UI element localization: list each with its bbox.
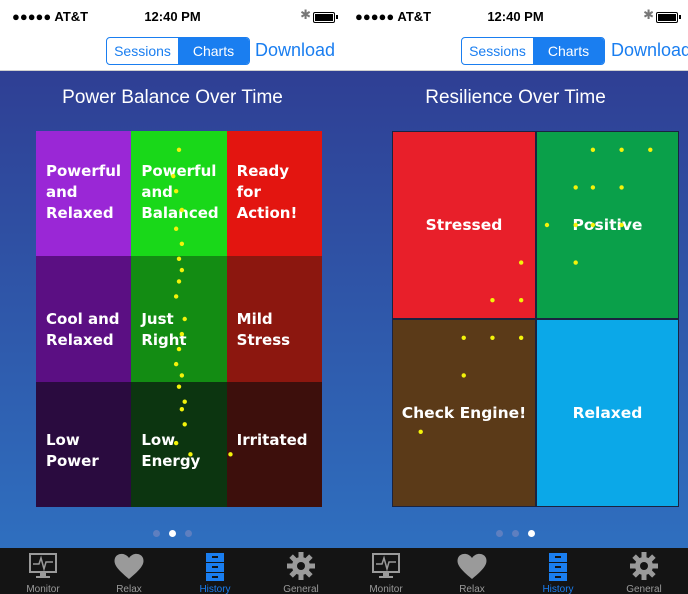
battery-icon bbox=[656, 12, 681, 23]
tab-general[interactable]: General bbox=[601, 548, 687, 594]
download-button[interactable]: Download bbox=[611, 40, 688, 61]
power-balance-grid: Powerful and Relaxed Powerful and Balanc… bbox=[36, 131, 322, 507]
clock: 12:40 PM bbox=[144, 9, 201, 24]
zone-irritated: Irritated bbox=[226, 381, 322, 507]
tab-label: General bbox=[283, 584, 319, 594]
page-indicator[interactable] bbox=[343, 530, 688, 540]
tab-label: Relax bbox=[116, 584, 142, 594]
tab-history[interactable]: History bbox=[515, 548, 601, 594]
bluetooth-icon: ✱ bbox=[300, 7, 311, 22]
page-dot[interactable] bbox=[153, 530, 160, 537]
zone-stressed: Stressed bbox=[392, 131, 536, 319]
clock: 12:40 PM bbox=[487, 9, 544, 24]
tab-relax[interactable]: Relax bbox=[86, 548, 172, 594]
tab-general[interactable]: General bbox=[258, 548, 344, 594]
battery-icon bbox=[313, 12, 338, 23]
zone-low-energy: Low Energy bbox=[131, 381, 227, 507]
bluetooth-icon: ✱ bbox=[643, 7, 654, 22]
zone-ready-for-action: Ready for Action! bbox=[226, 131, 322, 257]
heart-icon bbox=[113, 552, 145, 585]
tab-label: History bbox=[542, 584, 574, 594]
left-phone-screen: ●●●●● AT&T 12:40 PM ✱ Sessions Charts Do… bbox=[0, 0, 345, 594]
tab-relax[interactable]: Relax bbox=[429, 548, 515, 594]
zone-powerful-relaxed: Powerful and Relaxed bbox=[36, 131, 132, 257]
tab-label: Monitor bbox=[369, 584, 403, 594]
segment-sessions[interactable]: Sessions bbox=[107, 38, 178, 64]
segment-charts[interactable]: Charts bbox=[533, 38, 604, 64]
gear-icon bbox=[630, 552, 658, 585]
tab-label: Monitor bbox=[26, 584, 60, 594]
chart-title: Resilience Over Time bbox=[425, 87, 606, 108]
page-dot[interactable] bbox=[169, 530, 176, 537]
tab-label: General bbox=[626, 584, 662, 594]
view-segmented-control: Sessions Charts bbox=[106, 37, 250, 65]
page-indicator[interactable] bbox=[0, 530, 345, 540]
download-button[interactable]: Download bbox=[255, 40, 335, 61]
segment-charts[interactable]: Charts bbox=[178, 38, 249, 64]
tab-label: Relax bbox=[459, 584, 485, 594]
tab-history[interactable]: History bbox=[172, 548, 258, 594]
tab-monitor[interactable]: Monitor bbox=[343, 548, 429, 594]
nav-bar: Sessions Charts Download bbox=[0, 32, 345, 71]
history-icon bbox=[548, 552, 568, 587]
zone-check-engine: Check Engine! bbox=[392, 319, 536, 507]
page-dot[interactable] bbox=[528, 530, 535, 537]
tab-bar: Monitor Relax History General bbox=[0, 548, 345, 594]
page-dot[interactable] bbox=[185, 530, 192, 537]
tab-monitor[interactable]: Monitor bbox=[0, 548, 86, 594]
status-bar: ●●●●● AT&T 12:40 PM ✱ bbox=[343, 0, 688, 32]
history-icon bbox=[205, 552, 225, 587]
right-phone-screen: ●●●●● AT&T 12:40 PM ✱ Sessions Charts Do… bbox=[343, 0, 688, 594]
monitor-icon bbox=[371, 552, 401, 585]
zone-positive: Positive bbox=[536, 131, 679, 319]
heart-icon bbox=[456, 552, 488, 585]
zone-cool-relaxed: Cool and Relaxed bbox=[36, 256, 132, 382]
page-dot[interactable] bbox=[512, 530, 519, 537]
nav-bar: Sessions Charts Download bbox=[343, 32, 688, 71]
monitor-icon bbox=[28, 552, 58, 585]
view-segmented-control: Sessions Charts bbox=[461, 37, 605, 65]
status-bar: ●●●●● AT&T 12:40 PM ✱ bbox=[0, 0, 345, 32]
zone-low-power: Low Power bbox=[36, 381, 132, 507]
zone-just-right: Just Right bbox=[131, 256, 227, 382]
chart-page[interactable]: Resilience Over Time Stressed Positive C… bbox=[343, 71, 688, 548]
chart-page[interactable]: Power Balance Over Time Powerful and Rel… bbox=[0, 71, 345, 548]
zone-powerful-balanced: Powerful and Balanced bbox=[131, 131, 227, 257]
zone-relaxed: Relaxed bbox=[536, 319, 679, 507]
chart-title: Power Balance Over Time bbox=[62, 87, 283, 108]
resilience-grid: Stressed Positive Check Engine! Relaxed bbox=[392, 131, 679, 507]
gear-icon bbox=[287, 552, 315, 585]
tab-label: History bbox=[199, 584, 231, 594]
zone-mild-stress: Mild Stress bbox=[226, 256, 322, 382]
segment-sessions[interactable]: Sessions bbox=[462, 38, 533, 64]
tab-bar: Monitor Relax History General bbox=[343, 548, 688, 594]
page-dot[interactable] bbox=[496, 530, 503, 537]
